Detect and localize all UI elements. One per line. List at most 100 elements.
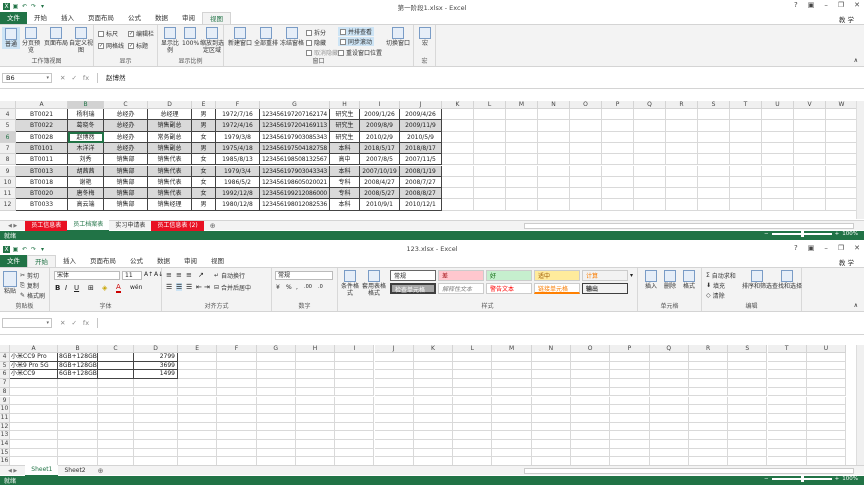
empty-cell[interactable] xyxy=(762,142,794,155)
empty-cell[interactable] xyxy=(728,422,768,432)
empty-cell[interactable] xyxy=(767,440,807,449)
empty-cell[interactable] xyxy=(178,457,218,465)
row-header[interactable]: 4 xyxy=(0,353,10,362)
empty-cell[interactable] xyxy=(762,199,794,211)
table-cell[interactable] xyxy=(134,396,178,406)
name-box[interactable] xyxy=(2,318,52,328)
empty-cell[interactable] xyxy=(730,142,762,155)
table-cell[interactable]: BT0020 xyxy=(16,188,68,200)
empty-cell[interactable] xyxy=(634,188,666,200)
empty-cell[interactable] xyxy=(257,457,296,465)
table-cell[interactable]: 女 xyxy=(192,165,216,177)
empty-cell[interactable] xyxy=(649,440,689,449)
empty-cell[interactable] xyxy=(256,431,296,440)
table-cell[interactable]: 赵博然 xyxy=(68,131,104,143)
zoom-level[interactable]: 100% xyxy=(842,476,858,482)
table-cell[interactable]: 2010/5/9 xyxy=(400,131,442,143)
empty-cell[interactable] xyxy=(602,109,634,121)
empty-cell[interactable] xyxy=(794,109,826,121)
empty-cell[interactable] xyxy=(295,361,336,371)
empty-cell[interactable] xyxy=(474,154,506,166)
empty-cell[interactable] xyxy=(531,422,571,432)
empty-cell[interactable] xyxy=(806,405,847,414)
empty-cell[interactable] xyxy=(688,379,729,388)
empty-cell[interactable] xyxy=(178,422,218,432)
font-color-icon[interactable]: A xyxy=(116,283,121,293)
empty-cell[interactable] xyxy=(256,413,296,423)
empty-cell[interactable] xyxy=(531,379,571,388)
table-cell[interactable]: 1979/3/4 xyxy=(216,165,260,177)
empty-cell[interactable] xyxy=(806,379,847,388)
empty-cell[interactable] xyxy=(217,370,257,380)
table-cell[interactable]: 女 xyxy=(192,154,216,166)
empty-cell[interactable] xyxy=(728,413,768,423)
column-header[interactable]: J xyxy=(400,101,442,109)
empty-cell[interactable] xyxy=(610,361,650,371)
redo-icon[interactable]: ↷ xyxy=(30,3,37,10)
empty-cell[interactable] xyxy=(698,120,730,132)
empty-cell[interactable] xyxy=(570,188,602,200)
empty-cell[interactable] xyxy=(442,120,474,132)
empty-cell[interactable] xyxy=(767,413,807,423)
empty-cell[interactable] xyxy=(826,143,856,155)
empty-cell[interactable] xyxy=(335,370,375,380)
redo-icon[interactable]: ↷ xyxy=(30,246,37,253)
empty-cell[interactable] xyxy=(728,353,768,362)
table-cell[interactable] xyxy=(10,431,58,440)
empty-cell[interactable] xyxy=(762,154,794,166)
row-header[interactable]: 15 xyxy=(0,448,10,458)
empty-cell[interactable] xyxy=(538,109,570,121)
empty-cell[interactable] xyxy=(453,457,493,465)
empty-cell[interactable] xyxy=(492,448,532,458)
table-cell[interactable] xyxy=(58,396,98,406)
table-cell[interactable]: 销售代表 xyxy=(148,154,192,166)
empty-cell[interactable] xyxy=(571,370,611,380)
ruler-checkbox[interactable]: 标尺 xyxy=(98,29,118,38)
table-cell[interactable]: 胡茜茜 xyxy=(68,165,104,177)
zoom-slider-knob[interactable] xyxy=(800,476,804,482)
worksheet-grid[interactable]: A B C D E F G H I J K L M N O P Q R S T U 4 小米CC9 Pro 8GB+128GB… xyxy=(0,345,856,465)
empty-cell[interactable] xyxy=(178,448,218,458)
font-size-select[interactable]: 11 xyxy=(122,271,142,280)
empty-cell[interactable] xyxy=(256,353,296,362)
empty-cell[interactable] xyxy=(256,422,296,432)
tab-insert[interactable]: 插入 xyxy=(54,12,81,24)
empty-cell[interactable] xyxy=(374,413,414,423)
table-cell[interactable] xyxy=(98,405,134,414)
column-header[interactable]: U xyxy=(806,345,847,353)
empty-cell[interactable] xyxy=(506,165,538,177)
new-window-button[interactable]: 新建窗口 xyxy=(228,27,252,47)
empty-cell[interactable] xyxy=(442,154,474,166)
empty-cell[interactable] xyxy=(826,120,856,132)
empty-cell[interactable] xyxy=(794,176,826,189)
empty-cell[interactable] xyxy=(335,379,375,388)
empty-cell[interactable] xyxy=(794,154,826,166)
empty-cell[interactable] xyxy=(506,199,538,211)
empty-cell[interactable] xyxy=(474,142,506,155)
empty-cell[interactable] xyxy=(728,379,768,388)
empty-cell[interactable] xyxy=(794,120,826,132)
table-cell[interactable]: 123456198605020021 xyxy=(260,176,330,189)
empty-cell[interactable] xyxy=(728,440,768,449)
empty-cell[interactable] xyxy=(767,379,807,388)
empty-cell[interactable] xyxy=(762,120,794,132)
empty-cell[interactable] xyxy=(794,199,826,211)
copy-button[interactable]: ⎘ 复制 xyxy=(20,281,39,291)
empty-cell[interactable] xyxy=(295,379,336,388)
table-cell[interactable] xyxy=(58,405,98,414)
table-cell[interactable]: 1499 xyxy=(134,370,178,380)
empty-cell[interactable] xyxy=(217,422,257,432)
column-header[interactable]: F xyxy=(217,345,257,353)
empty-cell[interactable] xyxy=(453,387,493,397)
table-cell[interactable]: 2008/5/27 xyxy=(360,188,400,200)
table-cell[interactable] xyxy=(98,379,134,388)
empty-cell[interactable] xyxy=(414,457,454,465)
zoom-level[interactable]: 100% xyxy=(842,231,858,237)
empty-cell[interactable] xyxy=(570,154,602,166)
empty-cell[interactable] xyxy=(453,370,493,380)
empty-cell[interactable] xyxy=(767,405,807,414)
table-cell[interactable] xyxy=(58,413,98,423)
decrease-decimal-icon[interactable]: .0 xyxy=(318,284,323,290)
table-cell[interactable] xyxy=(10,379,58,388)
name-box[interactable]: B6 xyxy=(2,73,52,83)
